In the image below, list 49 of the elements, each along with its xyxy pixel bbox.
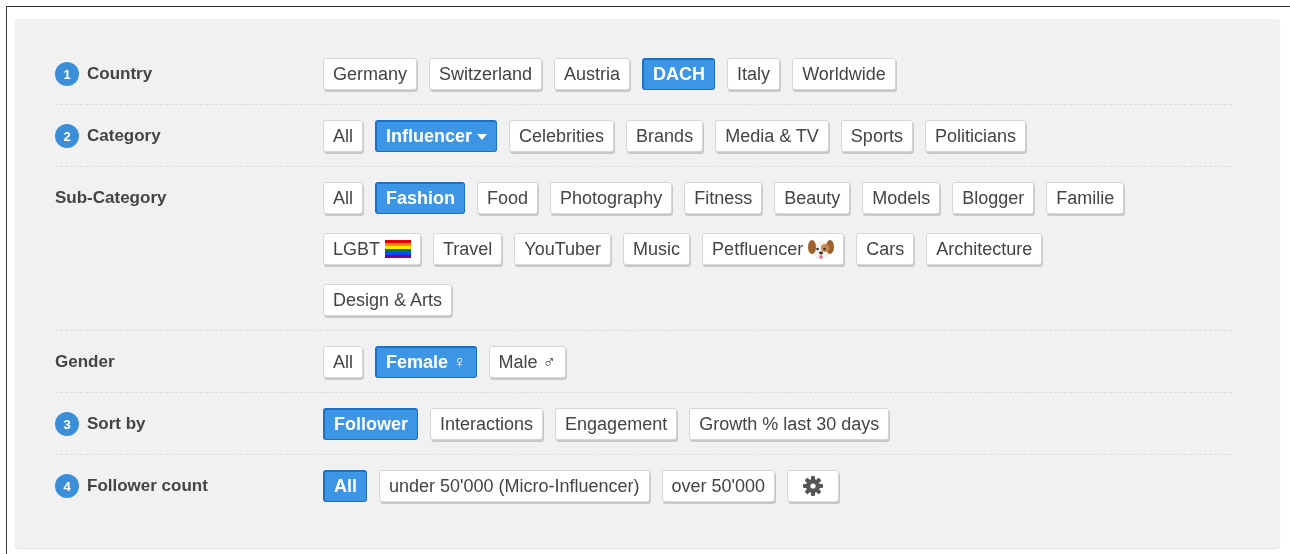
filter-option[interactable]: Interactions [430, 408, 544, 440]
filter-option[interactable]: Switzerland [429, 58, 543, 90]
filter-option[interactable]: Brands [626, 120, 704, 152]
filter-option[interactable]: Germany [323, 58, 418, 90]
filter-label: Sub-Category [55, 188, 167, 208]
filter-option[interactable]: Sports [840, 120, 913, 152]
filter-option[interactable]: Austria [554, 58, 631, 90]
filter-option[interactable]: Media & TV [715, 120, 829, 152]
filter-option[interactable]: Fitness [684, 182, 763, 214]
filter-option[interactable]: All [323, 182, 363, 214]
settings-icon [803, 476, 824, 496]
filter-option[interactable]: Beauty [774, 182, 851, 214]
step-number: 1 [55, 62, 79, 86]
settings-button[interactable] [787, 470, 840, 502]
filter-option[interactable]: Worldwide [792, 58, 896, 90]
filter-option[interactable]: All [323, 346, 363, 378]
filter-option[interactable]: Petfluencer [702, 233, 845, 265]
filter-option[interactable]: All [323, 120, 363, 152]
filter-option[interactable]: Architecture [926, 233, 1043, 265]
step-number: 3 [55, 412, 79, 436]
filter-option[interactable]: Food [477, 182, 539, 214]
filter-label: Follower count [87, 476, 208, 496]
filter-label: Category [87, 126, 161, 146]
filter-option[interactable]: Familie [1046, 182, 1125, 214]
filter-option[interactable]: Photography [550, 182, 673, 214]
caret-icon [477, 133, 488, 140]
filter-option[interactable]: Celebrities [509, 120, 615, 152]
filter-option[interactable]: over 50'000 [661, 470, 776, 502]
filter-option[interactable]: YouTuber [514, 233, 612, 265]
filter-option[interactable]: Design & Arts [323, 284, 453, 316]
filter-option[interactable]: Growth % last 30 days [689, 408, 890, 440]
filter-option[interactable]: Music [623, 233, 691, 265]
filter-option[interactable]: under 50'000 (Micro-Influencer) [379, 470, 650, 502]
dog-icon [808, 237, 835, 261]
filter-option[interactable]: Models [862, 182, 941, 214]
filter-label: Sort by [87, 414, 146, 434]
rainbow-flag-icon [385, 240, 411, 258]
filter-option[interactable]: Male ♂ [488, 346, 567, 378]
filter-option[interactable]: Cars [856, 233, 915, 265]
step-number: 2 [55, 124, 79, 148]
step-number: 4 [55, 474, 79, 498]
filter-option[interactable]: Travel [433, 233, 503, 265]
filter-option[interactable]: Blogger [952, 182, 1035, 214]
filter-option[interactable]: Engagement [555, 408, 678, 440]
filter-label: Country [87, 64, 153, 84]
filter-label: Gender [55, 352, 115, 372]
filter-option[interactable]: Italy [727, 58, 781, 90]
filter-option[interactable]: LGBT [323, 233, 421, 265]
filter-option[interactable]: Politicians [924, 120, 1026, 152]
